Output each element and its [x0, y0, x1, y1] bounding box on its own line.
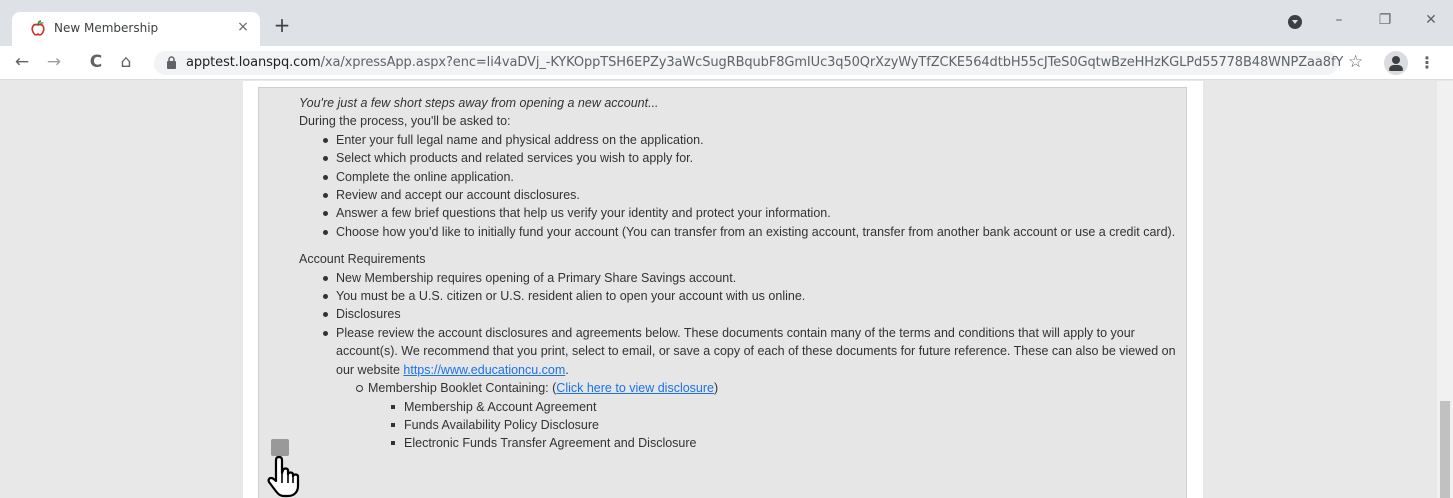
page-scrollbar[interactable] — [1437, 81, 1453, 498]
booklet-item: Membership Booklet Containing: (Click he… — [356, 379, 1179, 453]
hand-pointer-cursor-icon — [267, 455, 300, 498]
booklet-list: Membership Booklet Containing: (Click he… — [336, 379, 1179, 453]
new-tab-button[interactable]: + — [270, 14, 294, 38]
booklet-prefix: Membership Booklet Containing: ( — [368, 381, 557, 396]
tab-close-icon[interactable]: × — [234, 18, 252, 36]
list-item: Complete the online application. — [323, 168, 1179, 186]
browser-tab[interactable]: New Membership × — [12, 12, 260, 46]
forward-icon[interactable]: → — [42, 50, 66, 74]
back-icon[interactable]: ← — [10, 50, 34, 74]
review-list-item: Please review the account disclosures an… — [323, 324, 1179, 453]
window-close-icon[interactable]: ✕ — [1418, 10, 1444, 30]
list-item: Choose how you'd like to initially fund … — [323, 223, 1179, 241]
menu-icon[interactable]: ⋮ — [1418, 51, 1436, 75]
apple-favicon-icon — [31, 20, 45, 36]
bookmark-star-icon[interactable]: ☆ — [1348, 52, 1363, 72]
url-text: apptest.loanspq.com/xa/xpressApp.aspx?en… — [186, 55, 1343, 70]
process-heading: During the process, you'll be asked to: — [299, 114, 511, 129]
address-bar[interactable]: apptest.loanspq.com/xa/xpressApp.aspx?en… — [154, 51, 1343, 75]
maximize-icon[interactable]: ❐ — [1372, 10, 1398, 30]
lock-icon — [167, 56, 176, 69]
list-item: Enter your full legal name and physical … — [323, 131, 1179, 149]
url-host: apptest.loanspq.com — [186, 55, 321, 70]
list-item: Electronic Funds Transfer Agreement and … — [391, 434, 1179, 452]
page-viewport: You're just a few short steps away from … — [0, 81, 1437, 498]
intro-text: You're just a few short steps away from … — [299, 96, 659, 110]
url-path: /xa/xpressApp.aspx?enc=li4vaDVj_-KYKOppT… — [320, 55, 1344, 70]
tab-title: New Membership — [54, 21, 159, 35]
list-item: Funds Availability Policy Disclosure — [391, 416, 1179, 434]
disclosure-content: You're just a few short steps away from … — [299, 94, 1179, 453]
list-item: Answer a few brief questions that help u… — [323, 204, 1179, 222]
home-icon[interactable]: ⌂ — [114, 50, 138, 74]
requirements-heading: Account Requirements — [299, 252, 426, 267]
minimize-icon[interactable]: – — [1326, 10, 1352, 30]
agreement-checkbox[interactable] — [271, 439, 289, 456]
profile-avatar-icon[interactable] — [1384, 51, 1408, 75]
content-panel: You're just a few short steps away from … — [243, 81, 1203, 498]
review-end: . — [565, 362, 569, 377]
list-item: Disclosures — [323, 305, 1179, 323]
list-item: New Membership requires opening of a Pri… — [323, 269, 1179, 287]
process-steps-list: Enter your full legal name and physical … — [299, 131, 1179, 241]
chrome-profile-icon[interactable] — [1288, 15, 1302, 29]
tab-strip: New Membership × + – ❐ ✕ — [0, 0, 1453, 46]
requirements-list: New Membership requires opening of a Pri… — [299, 269, 1179, 453]
website-link[interactable]: https://www.educationcu.com — [403, 363, 565, 377]
scrollbar-thumb[interactable] — [1440, 401, 1450, 498]
list-item: Review and accept our account disclosure… — [323, 186, 1179, 204]
view-disclosure-link[interactable]: Click here to view disclosure — [556, 381, 714, 395]
list-item: You must be a U.S. citizen or U.S. resid… — [323, 287, 1179, 305]
list-item: Select which products and related servic… — [323, 149, 1179, 167]
reload-icon[interactable]: C — [84, 50, 108, 74]
list-item: Membership & Account Agreement — [391, 398, 1179, 416]
booklet-contents-list: Membership & Account Agreement Funds Ava… — [368, 398, 1179, 453]
browser-toolbar: ← → C ⌂ apptest.loanspq.com/xa/xpressApp… — [0, 46, 1453, 80]
disclosure-box[interactable]: You're just a few short steps away from … — [258, 87, 1187, 498]
booklet-suffix: ) — [714, 381, 719, 396]
